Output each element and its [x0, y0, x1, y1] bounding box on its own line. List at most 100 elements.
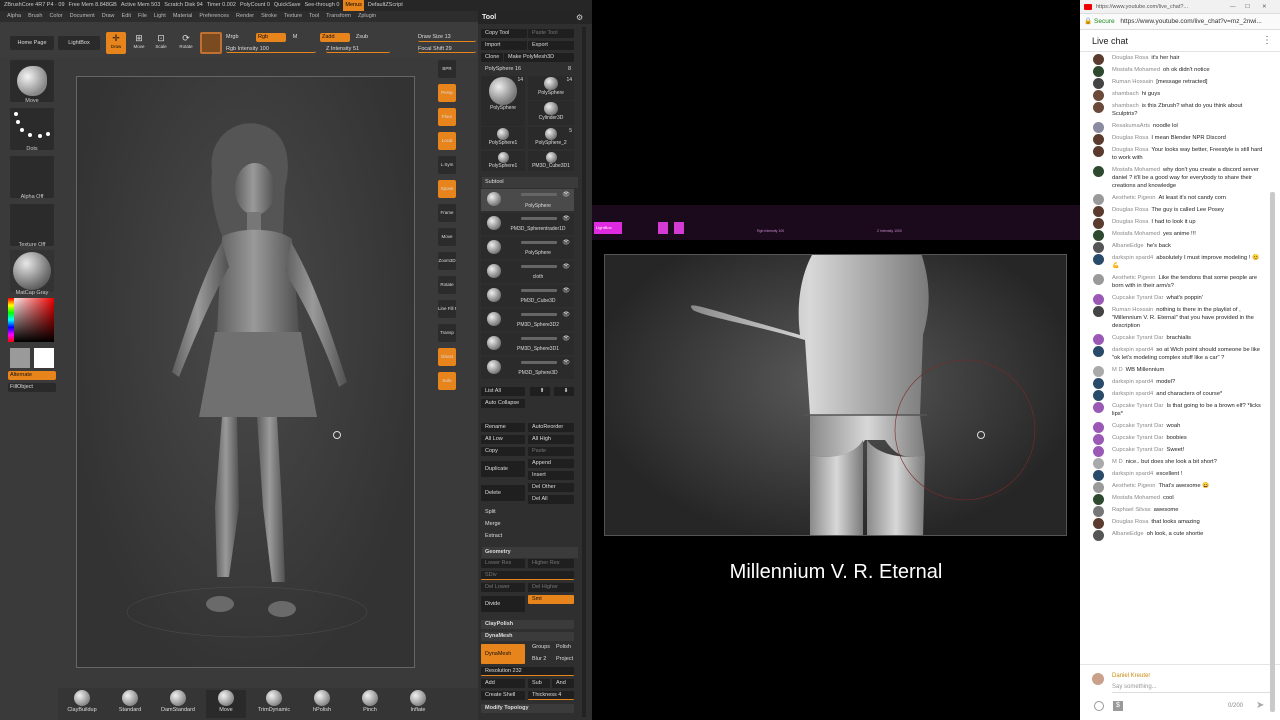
import-button[interactable]: Import	[481, 41, 527, 50]
color-hue-bar[interactable]	[8, 298, 14, 342]
chat-author[interactable]: Cupcake Tyrant Dar	[1112, 447, 1163, 453]
chat-input-field[interactable]: Say something...	[1112, 684, 1272, 693]
menu-light[interactable]: Light	[154, 11, 166, 22]
super-chat-icon[interactable]: $	[1113, 701, 1123, 711]
merge-button[interactable]: Merge	[481, 520, 574, 529]
shelf-solo-button[interactable]: Solo	[438, 372, 456, 390]
tool-thumb[interactable]: PolySphere 14	[481, 76, 525, 126]
claypolish-header[interactable]: ClayPolish	[481, 620, 574, 629]
append-button[interactable]: Append	[528, 459, 574, 468]
alternate-button[interactable]: Alternate	[8, 371, 56, 380]
zadd-button[interactable]: Zadd	[320, 33, 350, 42]
eye-icon[interactable]: 👁	[562, 263, 570, 270]
chat-author[interactable]: darkspin spard4	[1112, 471, 1153, 477]
geometry-header[interactable]: Geometry	[482, 547, 578, 558]
del-higher-button[interactable]: Del Higher	[528, 583, 574, 592]
brush-move-button[interactable]: Move	[206, 690, 246, 718]
url-text[interactable]: https://www.youtube.com/live_chat?v=mz_2…	[1120, 18, 1261, 25]
sdiv-slider[interactable]: SDiv	[481, 571, 574, 580]
subtool-item[interactable]: PM3D_Sphere3D2 👁	[481, 309, 574, 331]
all-low-button[interactable]: All Low	[481, 435, 525, 444]
polish-button[interactable]: Polish	[552, 643, 574, 652]
paste-subtool-button[interactable]: Paste	[528, 447, 574, 456]
fillobject-button[interactable]: FillObject	[8, 383, 56, 392]
delete-button[interactable]: Delete	[481, 485, 525, 501]
chat-author[interactable]: Aesthetic Pigeon	[1112, 483, 1156, 489]
all-high-button[interactable]: All High	[528, 435, 574, 444]
subtool-item[interactable]: cloth 👁	[481, 261, 574, 283]
shelf-move-button[interactable]: Move	[438, 228, 456, 246]
chat-author[interactable]: darkspin spard4	[1112, 391, 1153, 397]
chat-author[interactable]: Douglas Rosa	[1112, 207, 1148, 213]
gear-icon[interactable]: ⚙	[576, 13, 583, 22]
menu-transform[interactable]: Transform	[326, 11, 351, 22]
more-options-icon[interactable]: ⋮	[1262, 30, 1272, 52]
divide-button[interactable]: Divide	[481, 596, 525, 612]
dynamesh-button[interactable]: DynaMesh	[481, 644, 525, 664]
shelf-local-button[interactable]: Local	[438, 132, 456, 150]
subtool-toggles[interactable]	[521, 241, 557, 244]
blur-slider[interactable]: Blur 2	[528, 655, 550, 664]
export-button[interactable]: Export	[528, 41, 574, 50]
subtool-item[interactable]: PolySphere 👁	[481, 237, 574, 259]
paste-tool-button[interactable]: Paste Tool	[528, 29, 574, 38]
eye-icon[interactable]: 👁	[562, 359, 570, 366]
lightbox-button[interactable]: LightBox	[58, 36, 100, 50]
titlebar-item[interactable]: QuickSave	[274, 0, 301, 11]
autoreorder-button[interactable]: AutoReorder	[528, 423, 574, 432]
resolution-slider[interactable]: Resolution 232	[481, 667, 574, 676]
copy-subtool-button[interactable]: Copy	[481, 447, 525, 456]
menu-tool[interactable]: Tool	[309, 11, 319, 22]
shelf-l-sym-button[interactable]: L.Sym	[438, 156, 456, 174]
shelf-line-fill-polyf-button[interactable]: Line Fill PolyF	[438, 300, 456, 318]
dynamesh-header[interactable]: DynaMesh	[481, 632, 574, 641]
eye-icon[interactable]: 👁	[562, 215, 570, 222]
del-lower-button[interactable]: Del Lower	[481, 583, 525, 592]
brush-pinch-button[interactable]: Pinch	[350, 690, 390, 718]
tool-thumb[interactable]: PolySphere1	[481, 127, 525, 149]
and-button[interactable]: And	[552, 679, 574, 688]
copy-tool-button[interactable]: Copy Tool	[481, 29, 527, 38]
brush-standard-button[interactable]: Standard	[110, 690, 150, 718]
brush-damstandard-button[interactable]: DamStandard	[158, 690, 198, 718]
chat-author[interactable]: shambach	[1112, 91, 1139, 97]
chat-author[interactable]: Douglas Rosa	[1112, 135, 1148, 141]
chat-author[interactable]: Raphael Silvas	[1112, 507, 1151, 513]
chat-author[interactable]: Mostafa Mohamed	[1112, 167, 1160, 173]
brush-claybuildup-button[interactable]: ClayBuildup	[62, 690, 102, 718]
palette-scrollbar[interactable]	[582, 27, 586, 717]
draw-mode-button[interactable]: ✛ Draw	[106, 32, 126, 54]
titlebar-item[interactable]: See-through 0	[305, 0, 340, 11]
shelf-ghost-button[interactable]: Ghost	[438, 348, 456, 366]
subtool-toggles[interactable]	[521, 193, 557, 196]
send-icon[interactable]: ➤	[1256, 700, 1264, 711]
titlebar-item[interactable]: DefaultZScript	[368, 0, 403, 11]
eye-icon[interactable]: 👁	[562, 335, 570, 342]
chat-author[interactable]: Ruman Hossain	[1112, 79, 1153, 85]
chat-author[interactable]: Mostafa Mohamed	[1112, 495, 1160, 501]
chat-author[interactable]: Cupcake Tyrant Dar	[1112, 403, 1163, 409]
menu-brush[interactable]: Brush	[28, 11, 42, 22]
shelf-xpose-button[interactable]: Xpose	[438, 180, 456, 198]
chat-author[interactable]: AlbaneEdge	[1112, 243, 1144, 249]
chat-author[interactable]: M D	[1112, 459, 1123, 465]
eye-icon[interactable]: 👁	[562, 311, 570, 318]
thickness-slider[interactable]: Thickness 4	[528, 691, 574, 700]
menu-material[interactable]: Material	[173, 11, 193, 22]
subtool-toggles[interactable]	[521, 265, 557, 268]
duplicate-button[interactable]: Duplicate	[481, 461, 525, 477]
chat-author[interactable]: Douglas Rosa	[1112, 519, 1148, 525]
menu-color[interactable]: Color	[49, 11, 62, 22]
titlebar-item[interactable]: Menus	[343, 0, 364, 11]
add-button[interactable]: Add	[481, 679, 525, 688]
color-picker[interactable]	[10, 298, 54, 342]
menu-texture[interactable]: Texture	[284, 11, 302, 22]
menu-preferences[interactable]: Preferences	[199, 11, 229, 22]
stroke-selector[interactable]	[10, 108, 54, 150]
split-button[interactable]: Split	[481, 508, 574, 517]
subtool-toggles[interactable]	[521, 289, 557, 292]
auto-collapse-button[interactable]: Auto Collapse	[481, 399, 525, 408]
chat-author[interactable]: Cupcake Tyrant Dar	[1112, 423, 1163, 429]
list-all-button[interactable]: List All	[481, 387, 525, 396]
chat-author[interactable]: Aesthetic Pigeon	[1112, 275, 1156, 281]
